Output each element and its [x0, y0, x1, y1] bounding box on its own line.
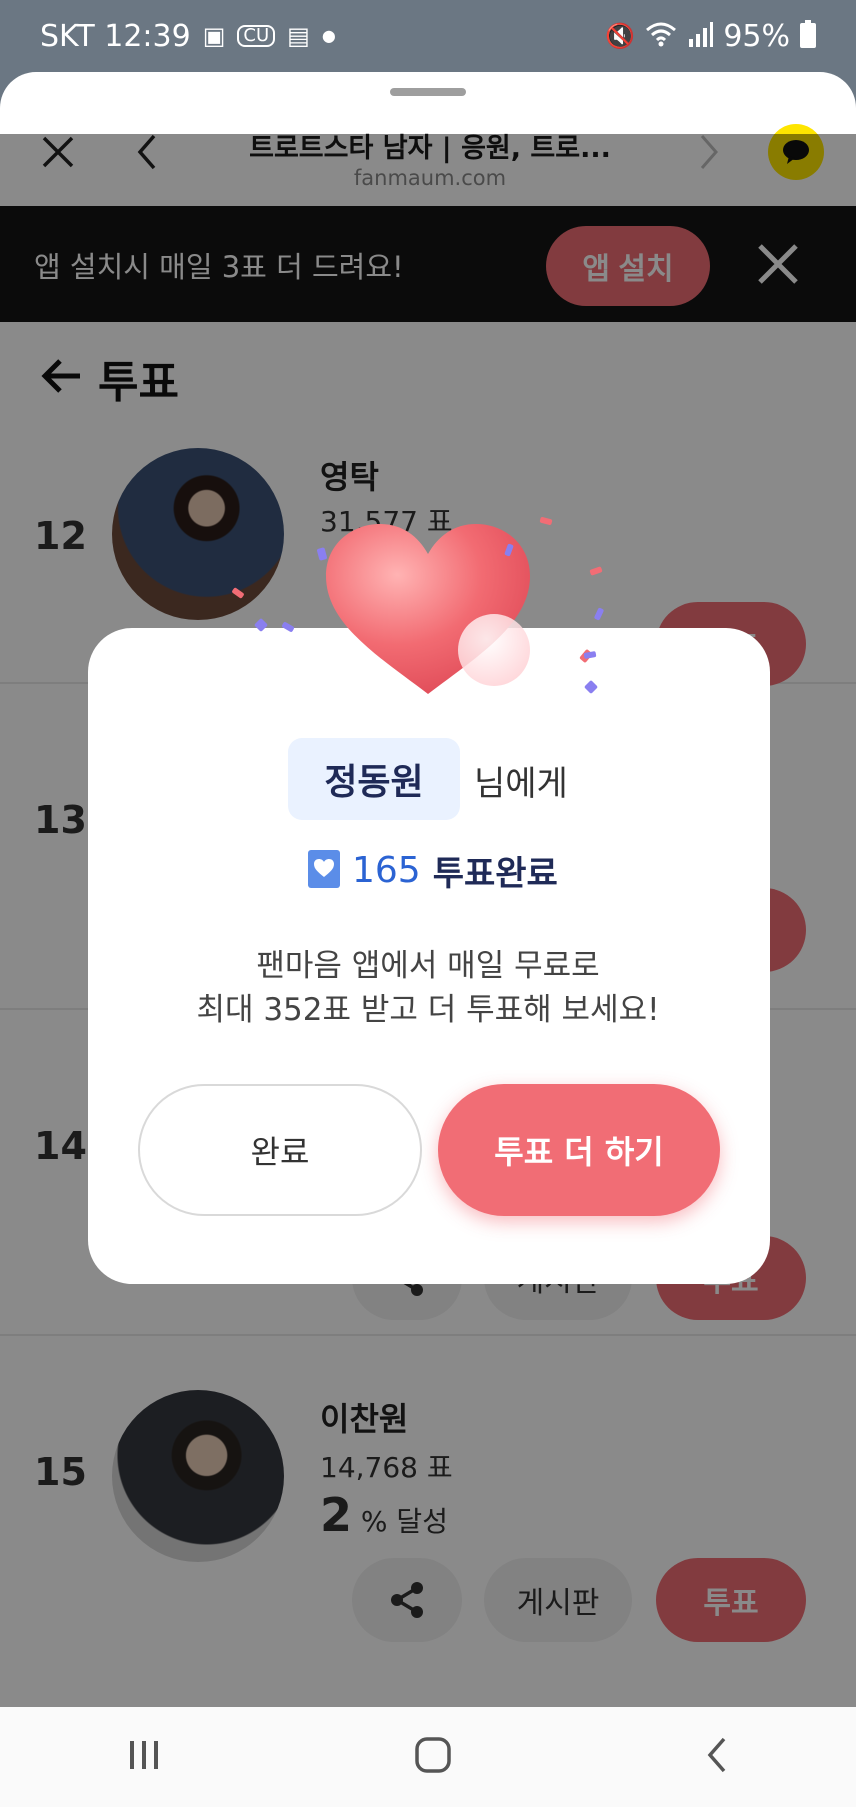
wifi-icon	[645, 21, 677, 51]
heart-ticket-icon	[308, 849, 340, 892]
complete-button[interactable]: 완료	[138, 1084, 422, 1216]
battery-icon	[800, 20, 816, 52]
vote-done-label: 투표완료	[432, 854, 558, 894]
heart-icon	[326, 524, 530, 694]
vote-more-button[interactable]: 투표 더 하기	[438, 1084, 720, 1216]
modal-message-line1: 팬마음 앱에서 매일 무료로	[256, 948, 600, 984]
modal-message: 팬마음 앱에서 매일 무료로 최대 352표 받고 더 투표해 보세요!	[118, 944, 738, 1032]
home-icon[interactable]	[413, 1735, 453, 1779]
sheet-grabber[interactable]	[390, 88, 466, 96]
calendar-icon: ▤	[287, 22, 310, 50]
image-icon: ▣	[202, 22, 226, 50]
dot-icon: ●	[321, 26, 336, 45]
voted-count: 165	[352, 850, 421, 891]
mute-icon: 🔇	[605, 22, 636, 50]
carrier-time: SKT 12:39	[40, 18, 191, 54]
battery-percent: 95%	[723, 18, 790, 54]
signal-icon	[687, 21, 714, 51]
cu-icon: CU	[237, 25, 276, 47]
vote-result: 165 투표완료	[308, 846, 558, 895]
recipient-name: 정동원	[288, 738, 460, 820]
system-nav-bar	[0, 1707, 856, 1807]
status-bar: SKT 12:39 ▣ CU ▤ ● 🔇 95%	[0, 0, 856, 72]
recipient-suffix: 님에게	[474, 764, 568, 804]
recent-apps-icon[interactable]	[124, 1737, 164, 1777]
back-nav-icon[interactable]	[702, 1735, 732, 1779]
modal-message-line2: 최대 352표 받고 더 투표해 보세요!	[196, 992, 660, 1028]
